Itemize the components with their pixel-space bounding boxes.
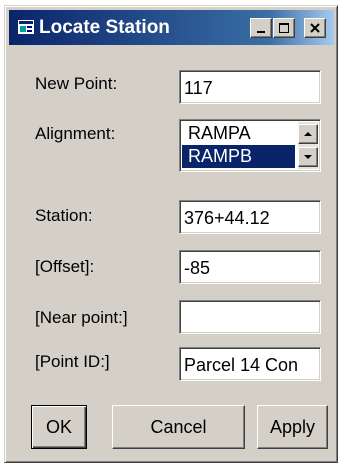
- window-title: Locate Station: [39, 17, 170, 38]
- alignment-listbox[interactable]: RAMPA RAMPB: [179, 119, 321, 172]
- close-icon: [310, 23, 320, 33]
- alignment-option-selected[interactable]: RAMPB: [182, 145, 295, 168]
- minimize-icon: [257, 31, 265, 33]
- alignment-scrollbar[interactable]: [298, 122, 318, 169]
- alignment-label: Alignment:: [35, 124, 116, 143]
- near-point-label: [Near point:]: [35, 308, 128, 327]
- alignment-option[interactable]: RAMPA: [182, 122, 295, 145]
- locate-station-dialog: Locate Station New Point: 117 Alignment:…: [4, 5, 338, 463]
- new-point-field[interactable]: 117: [179, 70, 321, 104]
- station-app-icon: [18, 20, 34, 34]
- cancel-button[interactable]: Cancel: [112, 405, 245, 449]
- offset-label: [Offset]:: [35, 257, 95, 276]
- station-label: Station:: [35, 206, 93, 225]
- scroll-up-button[interactable]: [298, 124, 318, 144]
- new-point-label: New Point:: [35, 74, 118, 93]
- ok-button[interactable]: OK: [31, 405, 87, 449]
- maximize-icon: [279, 23, 289, 33]
- near-point-field[interactable]: [179, 300, 321, 334]
- scroll-up-icon: [304, 132, 312, 136]
- point-id-field[interactable]: Parcel 14 Con: [179, 347, 321, 381]
- offset-field[interactable]: -85: [179, 250, 321, 284]
- station-field[interactable]: 376+44.12: [179, 200, 321, 234]
- scroll-down-icon: [304, 155, 312, 159]
- apply-button[interactable]: Apply: [257, 405, 328, 449]
- title-bar[interactable]: Locate Station: [9, 10, 334, 45]
- maximize-button[interactable]: [273, 18, 295, 38]
- point-id-label: [Point ID:]: [35, 352, 110, 371]
- scroll-down-button[interactable]: [298, 147, 318, 167]
- minimize-button[interactable]: [250, 18, 272, 38]
- close-button[interactable]: [304, 18, 326, 38]
